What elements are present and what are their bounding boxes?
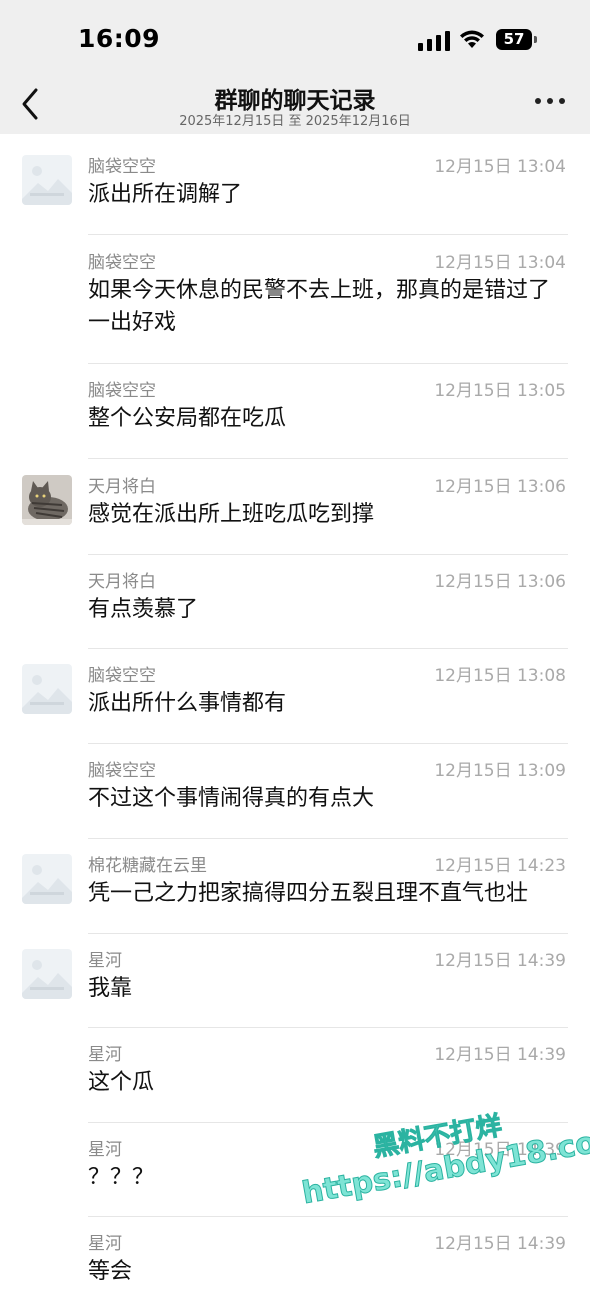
more-options-icon[interactable] bbox=[533, 96, 567, 108]
sender-name: 星河 bbox=[88, 1234, 122, 1254]
message-content: 如果今天休息的民警不去上班，那真的是错过了一出好戏 bbox=[88, 278, 551, 335]
sender-name: 天月将白 bbox=[88, 477, 156, 497]
message-time: 12月15日 13:09 bbox=[434, 761, 566, 781]
cellular-signal-icon bbox=[418, 31, 450, 51]
message-content: 凭一己之力把家搞得四分五裂且理不直气也壮 bbox=[88, 881, 529, 906]
message-item[interactable]: 星河 12月15日 14:39 这个瓜 bbox=[0, 1028, 590, 1123]
message-content: 我靠 bbox=[88, 976, 133, 1001]
message-time: 12月15日 13:04 bbox=[434, 253, 566, 273]
message-time: 12月15日 14:39 bbox=[434, 1045, 566, 1065]
sender-name: 星河 bbox=[88, 951, 122, 971]
message-time: 12月15日 14:39 bbox=[434, 951, 566, 971]
message-time: 12月15日 14:23 bbox=[434, 856, 566, 876]
sender-name: 脑袋空空 bbox=[88, 666, 156, 686]
message-time: 12月15日 13:08 bbox=[434, 666, 566, 686]
cat-photo-icon bbox=[22, 475, 72, 525]
message-content: 不过这个事情闹得真的有点大 bbox=[88, 786, 375, 811]
message-time: 12月15日 13:04 bbox=[434, 157, 566, 177]
message-content: 整个公安局都在吃瓜 bbox=[88, 406, 287, 431]
message-content: ？？？ bbox=[88, 1165, 155, 1190]
placeholder-image-icon bbox=[22, 854, 72, 904]
sender-name: 脑袋空空 bbox=[88, 381, 156, 401]
avatar[interactable] bbox=[22, 854, 72, 904]
message-content: 有点羡慕了 bbox=[88, 597, 199, 622]
sender-name: 星河 bbox=[88, 1045, 122, 1065]
battery-tip bbox=[534, 36, 537, 43]
message-content: 这个瓜 bbox=[88, 1070, 155, 1095]
message-time: 12月15日 13:05 bbox=[434, 381, 566, 401]
avatar[interactable] bbox=[22, 155, 72, 205]
message-time: 12月15日 13:06 bbox=[434, 477, 566, 497]
placeholder-image-icon bbox=[22, 155, 72, 205]
divider bbox=[88, 234, 568, 235]
avatar[interactable] bbox=[22, 664, 72, 714]
sender-name: 棉花糖藏在云里 bbox=[88, 856, 207, 876]
message-item[interactable]: 天月将白 12月15日 13:06 有点羡慕了 bbox=[0, 555, 590, 649]
message-item[interactable]: 脑袋空空 12月15日 13:09 不过这个事情闹得真的有点大 bbox=[0, 744, 590, 839]
message-item[interactable]: 棉花糖藏在云里 12月15日 14:23 凭一己之力把家搞得四分五裂且理不直气也壮 bbox=[0, 839, 590, 934]
battery-icon: 57 bbox=[496, 29, 532, 50]
message-time: 12月15日 13:06 bbox=[434, 572, 566, 592]
message-item[interactable]: 脑袋空空 12月15日 13:04 派出所在调解了 bbox=[0, 140, 590, 235]
sender-name: 脑袋空空 bbox=[88, 761, 156, 781]
sender-name: 脑袋空空 bbox=[88, 157, 156, 177]
avatar[interactable] bbox=[22, 475, 72, 525]
status-time: 16:09 bbox=[78, 24, 161, 53]
message-item[interactable]: 脑袋空空 12月15日 13:08 派出所什么事情都有 bbox=[0, 649, 590, 744]
message-item[interactable]: 脑袋空空 12月15日 13:05 整个公安局都在吃瓜 bbox=[0, 364, 590, 459]
message-content: 等会 bbox=[88, 1259, 133, 1284]
message-time: 12月15日 14:39 bbox=[434, 1234, 566, 1254]
placeholder-image-icon bbox=[22, 949, 72, 999]
message-item[interactable]: 星河 12月15日 14:39 我靠 bbox=[0, 934, 590, 1028]
sender-name: 星河 bbox=[88, 1140, 122, 1160]
message-content: 派出所在调解了 bbox=[88, 182, 243, 207]
message-content: 感觉在派出所上班吃瓜吃到撑 bbox=[88, 502, 375, 527]
message-content: 派出所什么事情都有 bbox=[88, 691, 287, 716]
date-range: 2025年12月15日 至 2025年12月16日 bbox=[179, 114, 411, 129]
message-item[interactable]: 脑袋空空 12月15日 13:04 如果今天休息的民警不去上班，那真的是错过了一出好… bbox=[0, 236, 590, 364]
message-item[interactable]: 星河 12月15日 14:39 等会 bbox=[0, 1217, 590, 1312]
divider bbox=[88, 458, 568, 459]
message-item[interactable]: 天月将白 12月15日 13:06 感觉在派出所上班吃瓜吃到撑 bbox=[0, 460, 590, 555]
wifi-icon bbox=[460, 30, 484, 48]
placeholder-image-icon bbox=[22, 664, 72, 714]
sender-name: 脑袋空空 bbox=[88, 253, 156, 273]
message-time: 12月15日 14:39 bbox=[434, 1140, 566, 1160]
message-item[interactable]: 星河 12月15日 14:39 ？？？ bbox=[0, 1123, 590, 1217]
sender-name: 天月将白 bbox=[88, 572, 156, 592]
avatar[interactable] bbox=[22, 949, 72, 999]
